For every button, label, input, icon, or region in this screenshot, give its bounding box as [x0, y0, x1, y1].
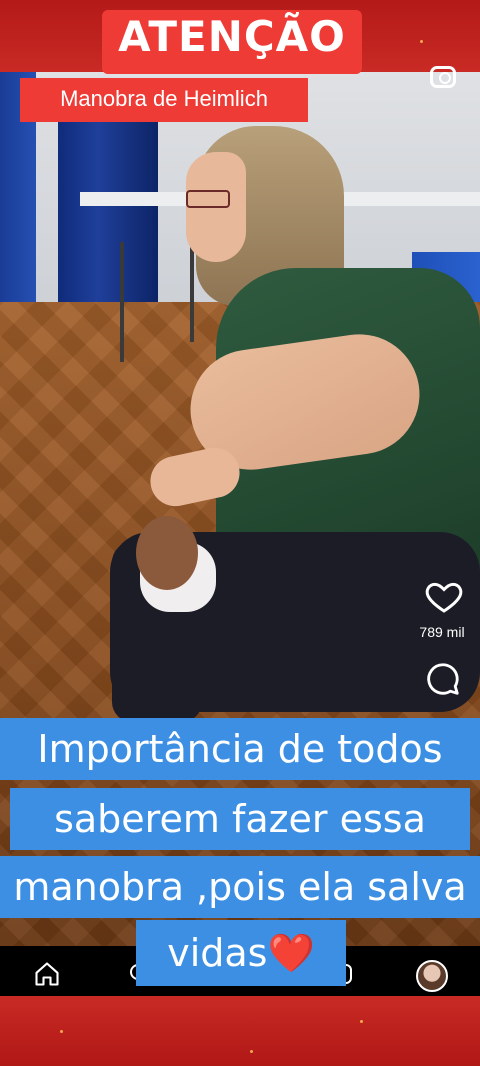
- caption-line: manobra ,pois ela salva: [0, 856, 480, 918]
- profile-avatar[interactable]: [416, 960, 448, 992]
- home-icon[interactable]: [32, 960, 62, 988]
- like-count: 789 mil: [419, 624, 465, 640]
- caption-line: saberem fazer essa: [10, 788, 470, 850]
- chair-leg: [190, 242, 194, 342]
- camera-icon[interactable]: [430, 66, 456, 88]
- sparkle-decoration: [250, 1050, 253, 1053]
- sparkle-decoration: [360, 1020, 363, 1023]
- bottom-red-frame: [0, 996, 480, 1066]
- red-heart-emoji: ❤️: [267, 931, 315, 975]
- subtitle-text: Manobra de Heimlich: [60, 86, 268, 111]
- chair-leg: [120, 242, 124, 362]
- heart-outline-icon[interactable]: [424, 576, 464, 616]
- caption-line: Importância de todos: [0, 718, 480, 780]
- sparkle-decoration: [420, 40, 423, 43]
- instructor-glasses: [186, 190, 230, 208]
- caption-text: vidas: [167, 931, 268, 975]
- comment-bubble-icon[interactable]: [424, 660, 462, 698]
- sparkle-decoration: [60, 1030, 63, 1033]
- caption-line-last: vidas❤️: [136, 920, 346, 986]
- baby-doll-head: [136, 516, 198, 590]
- title-text: ATENÇÃO: [118, 12, 346, 61]
